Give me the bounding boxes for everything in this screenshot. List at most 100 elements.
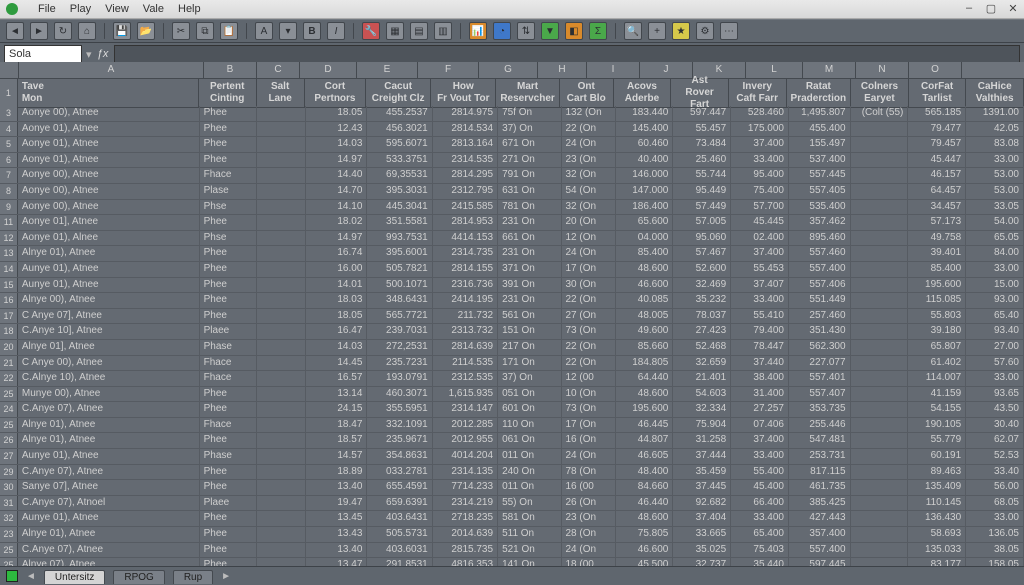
- cell[interactable]: 85.400: [616, 246, 674, 261]
- cell[interactable]: [257, 449, 305, 464]
- cell[interactable]: 92.682: [673, 496, 731, 511]
- cell[interactable]: 10 (On: [562, 387, 616, 402]
- cell[interactable]: 551.449: [789, 293, 851, 308]
- cell[interactable]: 35.232: [673, 293, 731, 308]
- cell[interactable]: 011 On: [498, 480, 561, 495]
- home-button[interactable]: ⌂: [78, 22, 96, 40]
- cell[interactable]: 28 (On: [562, 527, 616, 542]
- cell[interactable]: 110 On: [498, 418, 561, 433]
- back-button[interactable]: ◄: [6, 22, 24, 40]
- cell[interactable]: [257, 496, 305, 511]
- row-header[interactable]: 26: [0, 433, 18, 448]
- cell[interactable]: 54.00: [966, 215, 1024, 230]
- cell[interactable]: 33.05: [966, 200, 1024, 215]
- cell[interactable]: 255.446: [789, 418, 851, 433]
- cell[interactable]: [851, 324, 909, 339]
- sheet-tab-1[interactable]: Untersitz: [44, 570, 105, 584]
- cell[interactable]: 53.00: [966, 168, 1024, 183]
- cell[interactable]: 235.9671: [367, 433, 432, 448]
- cell[interactable]: Aonye 01), Atnee: [18, 137, 200, 152]
- cell[interactable]: 231 On: [498, 215, 561, 230]
- cell[interactable]: 23 (On: [562, 511, 616, 526]
- cell[interactable]: C.Alnye 10), Atnee: [18, 371, 200, 386]
- cell[interactable]: 051 On: [498, 387, 561, 402]
- row-header[interactable]: 9: [0, 200, 18, 215]
- cell[interactable]: 2314.219: [433, 496, 498, 511]
- cell[interactable]: 145.400: [616, 122, 674, 137]
- cell[interactable]: [851, 122, 909, 137]
- cell[interactable]: 533.3751: [367, 153, 432, 168]
- cell[interactable]: 46.605: [616, 449, 674, 464]
- cell[interactable]: 14.10: [306, 200, 368, 215]
- column-title[interactable]: HowFr Vout Tor: [431, 79, 496, 107]
- row-header[interactable]: 4: [0, 122, 18, 137]
- close-icon[interactable]: ✕: [1006, 2, 1020, 15]
- cell[interactable]: 18.57: [306, 433, 368, 448]
- cell[interactable]: 84.660: [616, 480, 674, 495]
- cell[interactable]: 54.155: [908, 402, 966, 417]
- cell[interactable]: 557.401: [789, 371, 851, 386]
- cell[interactable]: Aonye 00), Atnee: [18, 106, 200, 121]
- row-header[interactable]: 24: [0, 402, 18, 417]
- cell[interactable]: 24.15: [306, 402, 368, 417]
- cell[interactable]: 033.2781: [367, 465, 432, 480]
- cell[interactable]: 2312.795: [433, 184, 498, 199]
- cell[interactable]: 14.57: [306, 449, 368, 464]
- cell[interactable]: [851, 137, 909, 152]
- cell[interactable]: 27.00: [966, 340, 1024, 355]
- cell[interactable]: 85.400: [908, 262, 966, 277]
- cell[interactable]: 14.70: [306, 184, 368, 199]
- cell[interactable]: 601 On: [498, 402, 561, 417]
- cell[interactable]: 781 On: [498, 200, 561, 215]
- table-icon[interactable]: ▤: [410, 22, 428, 40]
- menu-vale[interactable]: Vale: [143, 3, 164, 15]
- cell[interactable]: 22 (On: [562, 122, 616, 137]
- cell[interactable]: Phee: [200, 527, 258, 542]
- cell[interactable]: 565.7721: [367, 309, 432, 324]
- cell[interactable]: 26 (On: [562, 496, 616, 511]
- cell[interactable]: 136.05: [966, 527, 1024, 542]
- cell[interactable]: 110.145: [908, 496, 966, 511]
- cell[interactable]: 54.603: [673, 387, 731, 402]
- cell[interactable]: 65.807: [908, 340, 966, 355]
- cell[interactable]: 16 (On: [562, 433, 616, 448]
- cell[interactable]: [257, 137, 305, 152]
- cell[interactable]: 24 (On: [562, 137, 616, 152]
- cell[interactable]: (Colt (55): [851, 106, 909, 121]
- col-header[interactable]: N: [856, 62, 909, 78]
- cell[interactable]: 65.40: [966, 309, 1024, 324]
- cell[interactable]: Aunye 01), Atnee: [18, 262, 200, 277]
- cell[interactable]: [257, 324, 305, 339]
- cell[interactable]: 115.085: [908, 293, 966, 308]
- cell[interactable]: 55.400: [731, 465, 789, 480]
- row-header[interactable]: 16: [0, 293, 18, 308]
- cell[interactable]: 07.406: [731, 418, 789, 433]
- cell[interactable]: 7714.233: [433, 480, 498, 495]
- cell[interactable]: 40.400: [616, 153, 674, 168]
- chart-pie-icon[interactable]: ◔: [493, 22, 511, 40]
- menu-help[interactable]: Help: [178, 3, 201, 15]
- cell[interactable]: 27.423: [673, 324, 731, 339]
- column-title[interactable]: OntCart Blo: [560, 79, 614, 107]
- cell[interactable]: 557.405: [789, 184, 851, 199]
- cell[interactable]: 16.57: [306, 371, 368, 386]
- cell[interactable]: [257, 480, 305, 495]
- cell[interactable]: 456.3021: [367, 122, 432, 137]
- cell[interactable]: Phee: [200, 137, 258, 152]
- cell[interactable]: [257, 527, 305, 542]
- cell[interactable]: 403.6431: [367, 511, 432, 526]
- cell[interactable]: 32.469: [673, 278, 731, 293]
- cell[interactable]: Phase: [200, 340, 258, 355]
- cell[interactable]: 595.6071: [367, 137, 432, 152]
- cell[interactable]: 66.400: [731, 496, 789, 511]
- cell[interactable]: 78.037: [673, 309, 731, 324]
- cell[interactable]: Phee: [200, 262, 258, 277]
- column-title[interactable]: CorFatTarlist: [909, 79, 967, 107]
- cell[interactable]: 52.53: [966, 449, 1024, 464]
- cell[interactable]: 171 On: [498, 356, 561, 371]
- cell[interactable]: 2815.735: [433, 543, 498, 558]
- cell[interactable]: 55.457: [673, 122, 731, 137]
- cell[interactable]: [851, 356, 909, 371]
- cell[interactable]: [851, 496, 909, 511]
- cell[interactable]: 69,35531: [367, 168, 432, 183]
